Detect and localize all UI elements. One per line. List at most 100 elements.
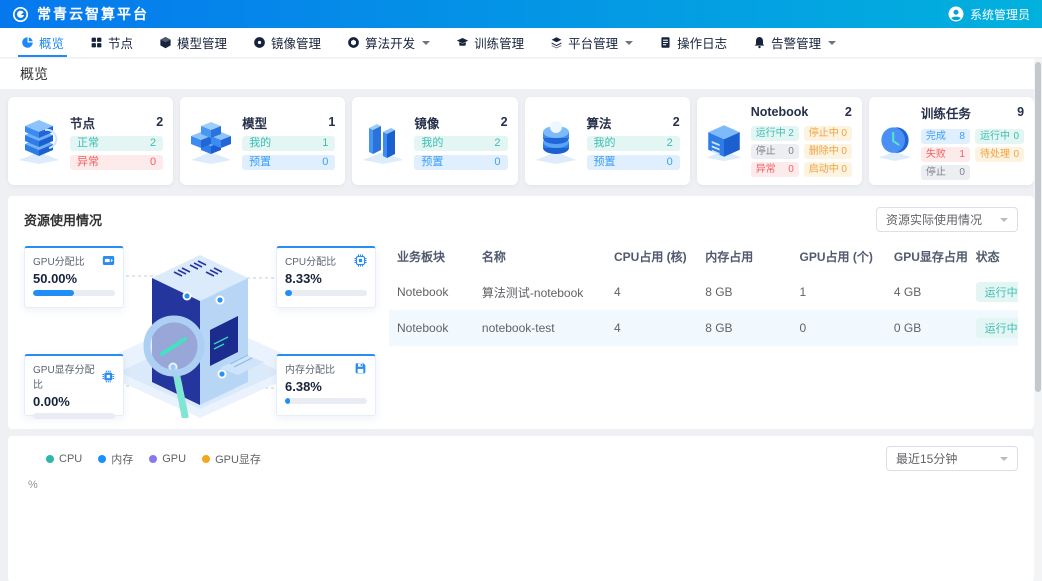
tab-nodes[interactable]: 节点	[77, 28, 146, 57]
status-pill: 异常0	[751, 162, 799, 177]
legend-dot	[46, 455, 54, 463]
tab-model-management[interactable]: 模型管理	[146, 28, 240, 57]
tab-image-management[interactable]: 镜像管理	[240, 28, 334, 57]
stat-card-images[interactable]: 镜像 2 我的2 预置0	[352, 97, 517, 185]
image-stat-icon	[358, 118, 408, 164]
tab-platform-management[interactable]: 平台管理	[537, 28, 646, 57]
tab-alarm-management[interactable]: 告警管理	[740, 28, 849, 57]
pill-label: 异常	[77, 156, 99, 169]
alarm-bell-icon	[753, 36, 766, 49]
status-pill: 运行中0	[975, 129, 1024, 144]
pill-value: 1	[959, 148, 965, 161]
avatar-icon	[948, 6, 964, 22]
col-header: 业务板块	[389, 240, 474, 274]
status-pill: 我的2	[414, 136, 507, 151]
stat-card-body: 算法2 我的2 预置0	[587, 113, 680, 170]
gpu-card-icon	[102, 254, 115, 267]
metric-label: GPU显存分配比	[33, 361, 102, 391]
user-name: 系统管理员	[970, 6, 1030, 23]
stat-card-body: 训练任务9 完成8 失败1 停止0 运行中0 待处理0	[921, 103, 1024, 180]
cell-gpu: 1	[792, 274, 886, 310]
pill-label: 预置	[249, 156, 271, 169]
pill-value: 8	[959, 130, 965, 143]
pill-label: 停止	[756, 145, 776, 158]
y-axis-unit: %	[28, 479, 1018, 491]
status-pill: 运行中2	[751, 126, 799, 141]
stat-card-notebook[interactable]: Notebook2 运行中2 停止0 异常0 停止中0 删除中0 启动中0	[697, 97, 862, 185]
tab-label: 平台管理	[568, 33, 618, 52]
tab-label: 训练管理	[474, 33, 524, 52]
chevron-down-icon	[422, 41, 430, 45]
stat-card-algorithms[interactable]: 算法2 我的2 预置0	[525, 97, 690, 185]
chevron-down-icon	[1000, 457, 1008, 461]
pill-value: 1	[322, 137, 328, 150]
tab-label: 模型管理	[177, 33, 227, 52]
node-stat-icon	[14, 118, 64, 164]
tab-overview[interactable]: 概览	[8, 28, 77, 57]
pill-value: 2	[788, 127, 794, 140]
pill-label: 启动中	[809, 163, 839, 176]
resource-mode-select[interactable]: 资源实际使用情况	[876, 207, 1018, 232]
status-pill: 我的1	[242, 136, 335, 151]
stat-total: 2	[501, 115, 508, 129]
resource-section-title: 资源使用情况	[24, 210, 102, 229]
chart-legend: CPU 内存 GPU GPU显存	[46, 451, 261, 467]
legend-label: GPU	[162, 453, 186, 465]
model-cube-icon	[159, 36, 172, 49]
metric-value: 50.00%	[33, 271, 115, 286]
app-logo-icon	[12, 6, 29, 23]
chevron-down-icon	[1000, 218, 1008, 222]
table-row[interactable]: Notebook 算法测试-notebook 4 8 GB 1 4 GB 运行中	[389, 274, 1018, 310]
stat-card-nodes[interactable]: 节点2 正常2 异常0	[8, 97, 173, 185]
metric-card-gpu-allocation: GPU分配比 50.00%	[24, 246, 124, 308]
status-pill: 待处理0	[975, 147, 1024, 162]
stat-title: 镜像	[414, 113, 439, 132]
stat-card-models[interactable]: 模型 1 我的1 预置0	[180, 97, 345, 185]
tab-label: 节点	[108, 33, 133, 52]
status-pill: 预置0	[414, 155, 507, 170]
tab-training-management[interactable]: 训练管理	[443, 28, 537, 57]
legend-item-memory[interactable]: 内存	[98, 451, 133, 467]
pill-column: 完成8 失败1 停止0	[921, 126, 970, 180]
legend-item-gpu[interactable]: GPU	[149, 453, 186, 465]
time-range-select[interactable]: 最近15分钟	[886, 446, 1018, 471]
tab-label: 告警管理	[771, 33, 821, 52]
status-pill: 预置0	[242, 155, 335, 170]
stat-card-training-tasks[interactable]: 训练任务9 完成8 失败1 停止0 运行中0 待处理0	[869, 97, 1034, 185]
stat-total: 2	[156, 115, 163, 129]
scrollbar-thumb[interactable]	[1035, 62, 1041, 392]
tab-operation-log[interactable]: 操作日志	[646, 28, 740, 57]
pill-value: 0	[667, 156, 673, 169]
legend-item-gpu-memory[interactable]: GPU显存	[202, 451, 261, 467]
col-header: 状态	[968, 240, 1018, 274]
legend-label: 内存	[111, 451, 133, 467]
metric-value: 6.38%	[285, 379, 367, 394]
legend-dot	[149, 455, 157, 463]
pill-label: 失败	[926, 148, 946, 161]
app-title: 常青云智算平台	[37, 4, 149, 24]
training-icon	[456, 36, 469, 49]
pill-value: 0	[841, 145, 847, 158]
stat-card-body: 模型 1 我的1 预置0	[242, 113, 335, 170]
cell-memory: 8 GB	[697, 310, 791, 346]
col-header: GPU占用 (个)	[792, 240, 886, 274]
legend-label: GPU显存	[215, 451, 261, 467]
pill-value: 2	[150, 137, 156, 150]
page-title: 概览	[20, 64, 48, 84]
pill-label: 运行中	[980, 130, 1010, 143]
tab-algorithm-dev[interactable]: 算法开发	[334, 28, 443, 57]
pill-label: 停止中	[809, 127, 839, 140]
stat-total: 2	[845, 105, 852, 119]
col-header: 内存占用	[697, 240, 791, 274]
pill-label: 完成	[926, 130, 946, 143]
stat-title: 模型	[242, 113, 267, 132]
legend-item-cpu[interactable]: CPU	[46, 453, 82, 465]
cell-gpu-memory: 0 GB	[886, 310, 968, 346]
table-row[interactable]: Notebook notebook-test 4 8 GB 0 0 GB 运行中	[389, 310, 1018, 346]
vertical-scrollbar[interactable]	[1034, 58, 1042, 581]
user-menu[interactable]: 系统管理员	[948, 6, 1030, 23]
pill-value: 0	[1013, 148, 1019, 161]
memory-disk-icon	[354, 362, 367, 375]
select-value: 最近15分钟	[896, 450, 957, 467]
monitor-chart-panel: CPU 内存 GPU GPU显存 最近15分钟 %	[8, 436, 1034, 581]
